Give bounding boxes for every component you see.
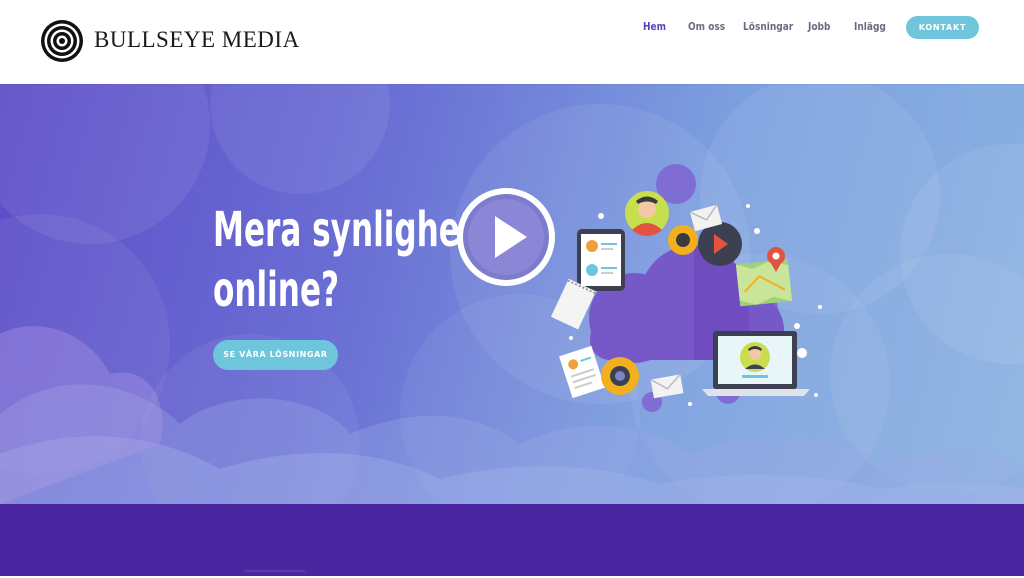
hero-section: Mera synlighet online? SE VÅRA LÖSNINGAR: [0, 84, 1024, 504]
site-header: BULLSEYE MEDIA Hem Om oss Lösningar Jobb…: [0, 0, 1024, 84]
nav-item-losningar[interactable]: Lösningar: [743, 20, 793, 33]
play-video-button[interactable]: [455, 186, 557, 288]
see-solutions-button[interactable]: SE VÅRA LÖSNINGAR: [213, 340, 338, 370]
nav-item-jobb[interactable]: Jobb: [808, 20, 830, 33]
digital-marketing-illustration: [550, 164, 822, 412]
contact-button[interactable]: KONTAKT: [906, 16, 979, 39]
section-peek-element: [244, 570, 306, 578]
next-section-band: [0, 504, 1024, 576]
nav-item-om-oss[interactable]: Om oss: [688, 20, 725, 33]
main-nav: Hem Om oss Lösningar Jobb Inlägg: [0, 20, 1024, 36]
hero-title-line-1: Mera synlighet: [213, 202, 475, 258]
cloud-background: [0, 84, 1024, 504]
nav-item-hem[interactable]: Hem: [643, 20, 666, 33]
hero-title-line-2: online?: [213, 262, 340, 318]
hero-title: Mera synlighet online?: [213, 200, 475, 320]
nav-item-inlagg[interactable]: Inlägg: [854, 20, 886, 33]
